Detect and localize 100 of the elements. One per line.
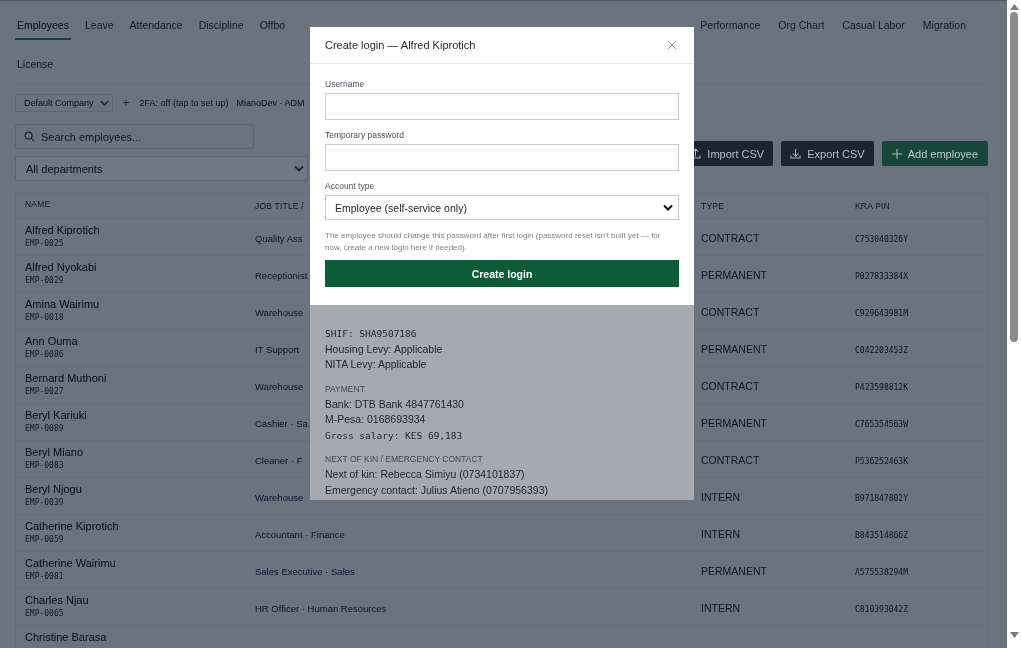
employment-type: INTERN [701,491,741,503]
job-title: HR Officer · Human Resources [255,603,387,614]
nav-tab[interactable]: Leave [82,14,116,38]
kra-pin: C753040326Y [855,235,908,244]
employee-name[interactable]: Beryl Kariuki [25,409,255,421]
scroll-down-icon[interactable] [1009,632,1019,638]
detail-line: Emergency contact: Julius Atieno (0707956393) [325,482,549,498]
employment-type: CONTRACT [701,232,760,244]
employee-id: EMP-0089 [25,424,65,433]
employment-type: CONTRACT [701,306,760,318]
employee-name[interactable]: Catherine Kiprotich [25,520,255,532]
column-header: NAME [25,198,51,209]
close-icon[interactable] [667,40,677,50]
nav-tab[interactable]: Employees [15,14,71,40]
employee-id: EMP-0027 [25,387,65,396]
employment-type: PERMANENT [701,269,767,281]
employee-id: EMP-0065 [25,609,65,618]
employee-id: EMP-0039 [25,498,65,507]
nav-tab[interactable]: License [15,53,56,77]
column-header: KRA PIN [855,201,890,211]
kra-pin: C765354563W [855,420,908,429]
employee-id: EMP-0083 [25,461,65,470]
section-heading: NEXT OF KIN / EMERGENCY CONTACT [325,454,484,464]
job-title: Sales Executive · Sales [255,566,355,577]
account-type-select[interactable]: Employee (self-service only) [325,195,679,220]
two-factor-link[interactable]: 2FA: off (tap to set up) [139,98,229,108]
detail-line: Housing Levy: Applicable [325,341,444,357]
column-header: TYPE [701,201,724,211]
employee-name[interactable]: Beryl Njogu [25,483,255,495]
chevron-icon [663,204,673,211]
nav-tab[interactable]: Casual Labor [840,14,907,38]
employee-name[interactable]: Beryl Miano [25,446,255,458]
job-title: IT Support [255,344,300,355]
employee-name[interactable]: Alfred Kiprotich [25,224,255,236]
plus-icon [891,148,902,159]
section-heading: PAYMENT [325,383,366,394]
search-field[interactable]: Search employees... [15,124,254,149]
job-title: Receptionist [255,270,308,281]
employee-name[interactable]: Amina Wairimu [25,298,255,310]
employment-type: CONTRACT [701,454,760,466]
employment-type: PERMANENT [701,343,767,355]
create-login-button[interactable]: Create login [325,260,679,287]
employee-name[interactable]: Bernard Muthoni [25,372,255,384]
kra-pin: C042203453Z [855,346,908,355]
input-field[interactable] [325,144,679,171]
detail-line: SHIF: SHA9507186 [325,327,418,341]
kra-pin: P536252463K [855,457,908,466]
department-select[interactable]: All departments [15,156,308,181]
employee-name[interactable]: Christine Barasa [25,631,255,643]
job-title: Quality Ass [255,233,303,244]
scroll-thumb[interactable] [1010,12,1018,342]
employee-name[interactable]: Charles Njau [25,594,255,606]
kra-pin: C929643981M [855,309,908,318]
kra-pin: C810393042Z [855,605,908,614]
user-label: MianoDev · ADM [236,98,305,108]
column-header: JOB TITLE / [255,201,304,211]
employee-id: EMP-0086 [25,350,65,359]
input-field[interactable] [325,93,679,120]
nav-tab[interactable]: Migration [920,14,968,38]
add-company-button[interactable]: + [120,96,132,110]
employee-name[interactable]: Ann Ouma [25,335,255,347]
dialog-title: Create login — Alfred Kiprotich [325,39,476,51]
employee-id: EMP-0025 [25,239,65,248]
nav-tab[interactable]: Attendance [127,14,185,38]
employment-type: INTERN [701,602,741,614]
detail-line: NITA Levy: Applicable [325,357,428,372]
scroll-up-icon[interactable] [1009,4,1019,10]
employee-id: EMP-0059 [25,535,65,544]
chevron-icon [99,100,109,106]
kra-pin: P423598812K [855,383,908,392]
hint-text: The employee should change this password after first login (password reset isn't built yet — for now, create a new login here if needed). [325,230,662,254]
detail-line: Bank: DTB Bank 4847761430 [325,396,465,412]
field-label: Temporary password [325,130,405,140]
nav-tab[interactable]: Offbo [257,14,288,38]
employment-type: PERMANENT [701,417,767,429]
scrollbar[interactable] [1007,0,1021,648]
detail-line: M-Pesa: 0168693934 [325,412,427,427]
nav-tab[interactable]: Performance [698,14,763,38]
kra-pin: B843514866Z [855,531,908,540]
action-button[interactable]: Add employee [881,141,988,166]
action-button[interactable]: Export CSV [781,141,874,166]
employee-id: EMP-0029 [25,276,65,285]
kra-pin: B971847802Y [855,494,908,503]
field-label: Username [325,79,366,89]
field-label: Account type [325,181,376,191]
detail-line: Next of kin: Rebecca Simiyu (0734101837) [325,467,526,482]
detail-line: Gross salary: KES 69,183 [325,428,464,443]
employee-id: EMP-0081 [25,572,65,581]
employee-name[interactable]: Catherine Wairimu [25,557,255,569]
employee-id: EMP-0018 [25,313,65,322]
employee-name[interactable]: Alfred Nyokabi [25,261,255,273]
job-title: Accountant · Finance [255,529,345,540]
kra-pin: A575538294M [855,568,908,577]
job-title: Warehouse [255,381,304,392]
nav-tab[interactable]: Org Chart [776,14,827,38]
job-title: Cashier · Sa [255,418,308,429]
job-title: Cleaner · F [255,455,303,466]
job-title: Warehouse [255,492,304,503]
nav-tab[interactable]: Discipline [196,14,246,38]
company-select[interactable]: Default Company [15,94,113,112]
